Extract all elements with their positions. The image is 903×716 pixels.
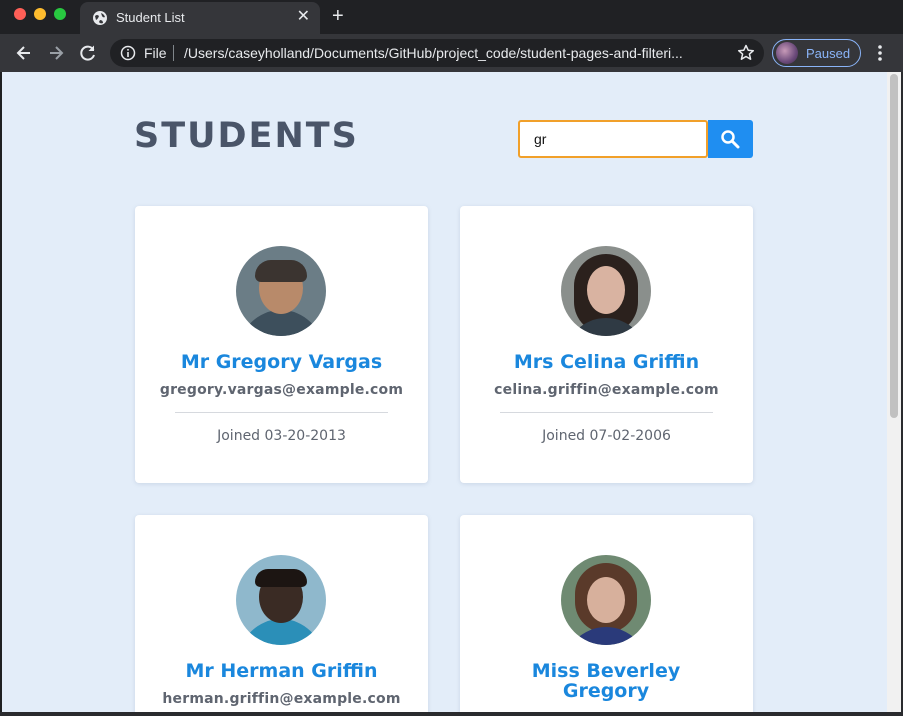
student-email: celina.griffin@example.com	[494, 382, 719, 398]
student-joined-date: Joined 07-02-2006	[542, 428, 671, 444]
student-joined-date: Joined 03-20-2013	[217, 428, 346, 444]
new-tab-button[interactable]: +	[332, 5, 344, 27]
student-card: Mr Herman Griffin herman.griffin@example…	[135, 515, 428, 712]
more-menu-icon[interactable]	[872, 43, 888, 63]
globe-icon	[93, 11, 107, 25]
student-card: Mr Gregory Vargas gregory.vargas@example…	[135, 206, 428, 483]
profile-avatar	[776, 42, 798, 64]
search-input[interactable]	[518, 120, 708, 158]
omnibox-separator	[173, 45, 174, 61]
maximize-window-button[interactable]	[54, 8, 66, 20]
student-card: Miss Beverley Gregory	[460, 515, 753, 712]
page-title: STUDENTS	[134, 116, 359, 156]
card-divider	[500, 412, 713, 413]
student-avatar	[236, 246, 326, 336]
reload-icon[interactable]	[78, 43, 98, 63]
tab-title: Student List	[116, 10, 185, 25]
info-icon[interactable]	[120, 45, 136, 61]
search-button[interactable]	[708, 120, 753, 158]
address-bar[interactable]: File /Users/caseyholland/Documents/GitHu…	[110, 39, 764, 67]
profile-button[interactable]: Paused	[772, 39, 861, 67]
forward-arrow-icon[interactable]	[46, 43, 66, 63]
student-avatar	[561, 555, 651, 645]
page-scrollbar[interactable]	[887, 72, 901, 712]
student-name: Mr Gregory Vargas	[180, 351, 383, 373]
scrollbar-thumb[interactable]	[890, 74, 898, 418]
url-text[interactable]: /Users/caseyholland/Documents/GitHub/pro…	[184, 45, 683, 61]
browser-toolbar: File /Users/caseyholland/Documents/GitHu…	[0, 34, 903, 72]
close-window-button[interactable]	[14, 8, 26, 20]
window-edge	[0, 712, 903, 716]
student-email: gregory.vargas@example.com	[159, 382, 404, 398]
tab-student-list[interactable]: Student List ✕	[80, 2, 320, 34]
student-avatar	[561, 246, 651, 336]
student-name: Miss Beverley Gregory	[531, 660, 681, 702]
student-name: Mrs Celina Griffin	[513, 351, 700, 373]
card-divider	[175, 412, 388, 413]
scheme-label: File	[144, 45, 167, 61]
student-name: Mr Herman Griffin	[185, 660, 378, 682]
back-arrow-icon[interactable]	[14, 43, 34, 63]
minimize-window-button[interactable]	[34, 8, 46, 20]
profile-status-label: Paused	[806, 46, 851, 61]
search-icon	[721, 130, 740, 149]
close-tab-icon[interactable]: ✕	[297, 8, 310, 26]
student-card: Mrs Celina Griffin celina.griffin@exampl…	[460, 206, 753, 483]
bookmark-star-icon[interactable]	[736, 43, 756, 63]
page-viewport: STUDENTS Mr Gregory Vargas gregory.varga…	[2, 72, 887, 712]
student-email: herman.griffin@example.com	[162, 691, 401, 707]
tab-strip: Student List ✕ +	[0, 0, 903, 34]
student-avatar	[236, 555, 326, 645]
